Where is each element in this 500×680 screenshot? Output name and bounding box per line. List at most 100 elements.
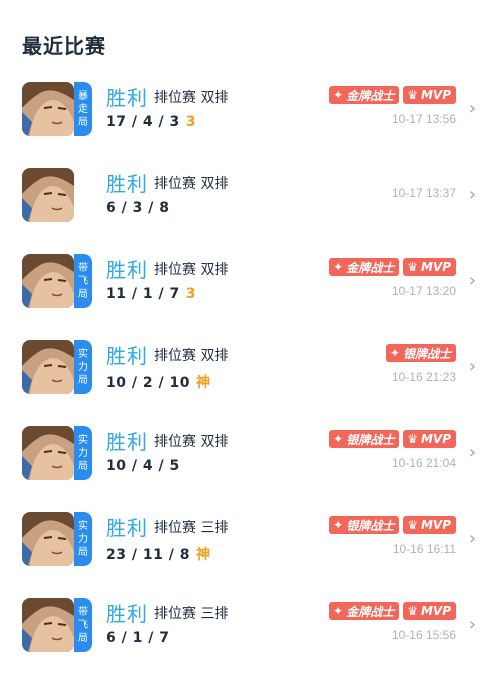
match-result: 胜利 xyxy=(106,602,148,626)
badge-group: ✦ 金牌战士 ♛ MVP xyxy=(329,86,456,104)
section-title: 最近比赛 xyxy=(22,34,106,58)
hero-portrait-image xyxy=(22,512,74,566)
queue-type: 排位赛 双排 xyxy=(154,348,229,364)
match-row[interactable]: 实力局胜利 排位赛 双排 10 / 2 / 10 神 ✦ 银牌战士 10-16 21:23 › xyxy=(0,340,500,426)
warrior-badge: ✦ 金牌战士 xyxy=(329,258,400,276)
mode-tag: 实力局 xyxy=(74,340,92,394)
match-history-page: 最近比赛 暴走局胜利 排位赛 双排 17 / 4 / 3 3 ✦ 金牌战士 ♛ MVP 10-1… xyxy=(0,0,500,680)
mvp-badge: ♛ MVP xyxy=(403,602,456,620)
hero-avatar: 实力局 xyxy=(22,426,92,480)
chevron-right-icon[interactable]: › xyxy=(469,528,476,549)
kda-value: 17 / 4 / 3 xyxy=(106,114,180,130)
match-time: 10-17 13:20 xyxy=(391,284,456,298)
hero-portrait-image xyxy=(22,426,74,480)
match-row[interactable]: 带飞局胜利 排位赛 三排 6 / 1 / 7 ✦ 金牌战士 ♛ MVP 10-16 15:56… xyxy=(0,598,500,680)
medal-icon: ✦ xyxy=(333,604,344,618)
badge-label: 银牌战士 xyxy=(346,432,395,447)
trophy-icon: ♛ xyxy=(407,260,418,274)
match-row[interactable]: 胜利 排位赛 双排 6 / 3 / 8 10-17 13:37 › xyxy=(0,168,500,254)
kda-value: 10 / 4 / 5 xyxy=(106,458,180,474)
match-row[interactable]: 实力局胜利 排位赛 三排 23 / 11 / 8 神 ✦ 银牌战士 ♛ MVP 10-16 16… xyxy=(0,512,500,598)
trophy-icon: ♛ xyxy=(407,518,418,532)
match-time: 10-16 21:04 xyxy=(391,456,456,470)
badge-label: 金牌战士 xyxy=(346,260,395,275)
match-result: 胜利 xyxy=(106,86,148,110)
hero-avatar: 实力局 xyxy=(22,340,92,394)
mvp-badge: ♛ MVP xyxy=(403,516,456,534)
medal-icon: ✦ xyxy=(333,432,344,446)
match-result: 胜利 xyxy=(106,344,148,368)
chevron-right-icon[interactable]: › xyxy=(469,270,476,291)
chevron-right-icon[interactable]: › xyxy=(469,442,476,463)
badge-group: ✦ 银牌战士 xyxy=(385,344,456,362)
streak-mark: 3 xyxy=(185,114,196,130)
kda-value: 10 / 2 / 10 xyxy=(106,375,190,391)
kda-line: 23 / 11 / 8 神 xyxy=(106,544,210,564)
chevron-right-icon[interactable]: › xyxy=(469,184,476,205)
warrior-badge: ✦ 金牌战士 xyxy=(329,602,400,620)
hero-portrait-image xyxy=(22,598,74,652)
mode-tag: 带飞局 xyxy=(74,254,92,308)
kda-line: 10 / 2 / 10 神 xyxy=(106,372,210,392)
chevron-right-icon[interactable]: › xyxy=(469,356,476,377)
queue-type: 排位赛 双排 xyxy=(154,262,229,278)
queue-type: 排位赛 双排 xyxy=(154,434,229,450)
badge-label: MVP xyxy=(420,260,451,274)
badge-label: MVP xyxy=(420,88,451,102)
chevron-right-icon[interactable]: › xyxy=(469,98,476,119)
match-time: 10-17 13:37 xyxy=(391,186,456,200)
chevron-right-icon[interactable]: › xyxy=(469,614,476,635)
kda-line: 6 / 3 / 8 xyxy=(106,200,169,216)
match-time: 10-17 13:56 xyxy=(391,112,456,126)
badge-label: MVP xyxy=(420,518,451,532)
mode-tag: 实力局 xyxy=(74,512,92,566)
hero-avatar: 带飞局 xyxy=(22,598,92,652)
warrior-badge: ✦ 银牌战士 xyxy=(329,430,400,448)
medal-icon: ✦ xyxy=(333,518,344,532)
badge-label: MVP xyxy=(420,432,451,446)
mvp-badge: ♛ MVP xyxy=(403,86,456,104)
match-result: 胜利 xyxy=(106,516,148,540)
medal-icon: ✦ xyxy=(333,88,344,102)
kda-line: 17 / 4 / 3 3 xyxy=(106,114,196,130)
kda-line: 6 / 1 / 7 xyxy=(106,630,169,646)
hero-portrait-image xyxy=(22,254,74,308)
match-result: 胜利 xyxy=(106,172,148,196)
match-row[interactable]: 实力局胜利 排位赛 双排 10 / 4 / 5 ✦ 银牌战士 ♛ MVP 10-16 21:0… xyxy=(0,426,500,512)
queue-type: 排位赛 双排 xyxy=(154,176,229,192)
mode-tag: 实力局 xyxy=(74,426,92,480)
streak-mark: 神 xyxy=(195,375,211,391)
kda-value: 6 / 3 / 8 xyxy=(106,200,170,216)
kda-line: 11 / 1 / 7 3 xyxy=(106,286,196,302)
match-result: 胜利 xyxy=(106,258,148,282)
hero-portrait-image xyxy=(22,168,74,222)
match-row[interactable]: 带飞局胜利 排位赛 双排 11 / 1 / 7 3 ✦ 金牌战士 ♛ MVP 10-17 13:… xyxy=(0,254,500,340)
kda-value: 6 / 1 / 7 xyxy=(106,630,170,646)
queue-type: 排位赛 三排 xyxy=(154,520,229,536)
mode-tag: 带飞局 xyxy=(74,598,92,652)
kda-line: 10 / 4 / 5 xyxy=(106,458,180,474)
trophy-icon: ♛ xyxy=(407,88,418,102)
queue-type: 排位赛 三排 xyxy=(154,606,229,622)
trophy-icon: ♛ xyxy=(407,604,418,618)
badge-group: ✦ 银牌战士 ♛ MVP xyxy=(329,516,456,534)
badge-group: ✦ 金牌战士 ♛ MVP xyxy=(329,258,456,276)
kda-value: 23 / 11 / 8 xyxy=(106,547,190,563)
hero-portrait-image xyxy=(22,340,74,394)
badge-label: 金牌战士 xyxy=(346,604,395,619)
warrior-badge: ✦ 银牌战士 xyxy=(329,516,400,534)
hero-avatar: 实力局 xyxy=(22,512,92,566)
match-result: 胜利 xyxy=(106,430,148,454)
streak-mark: 神 xyxy=(195,547,211,563)
hero-avatar: 带飞局 xyxy=(22,254,92,308)
badge-group: ✦ 金牌战士 ♛ MVP xyxy=(329,602,456,620)
trophy-icon: ♛ xyxy=(407,432,418,446)
mode-tag: 暴走局 xyxy=(74,82,92,136)
match-time: 10-16 15:56 xyxy=(391,628,456,642)
badge-label: 金牌战士 xyxy=(346,88,395,103)
streak-mark: 3 xyxy=(185,286,196,302)
medal-icon: ✦ xyxy=(333,260,344,274)
match-row[interactable]: 暴走局胜利 排位赛 双排 17 / 4 / 3 3 ✦ 金牌战士 ♛ MVP 10-17 13:… xyxy=(0,82,500,168)
mvp-badge: ♛ MVP xyxy=(403,258,456,276)
match-time: 10-16 16:11 xyxy=(392,542,456,556)
